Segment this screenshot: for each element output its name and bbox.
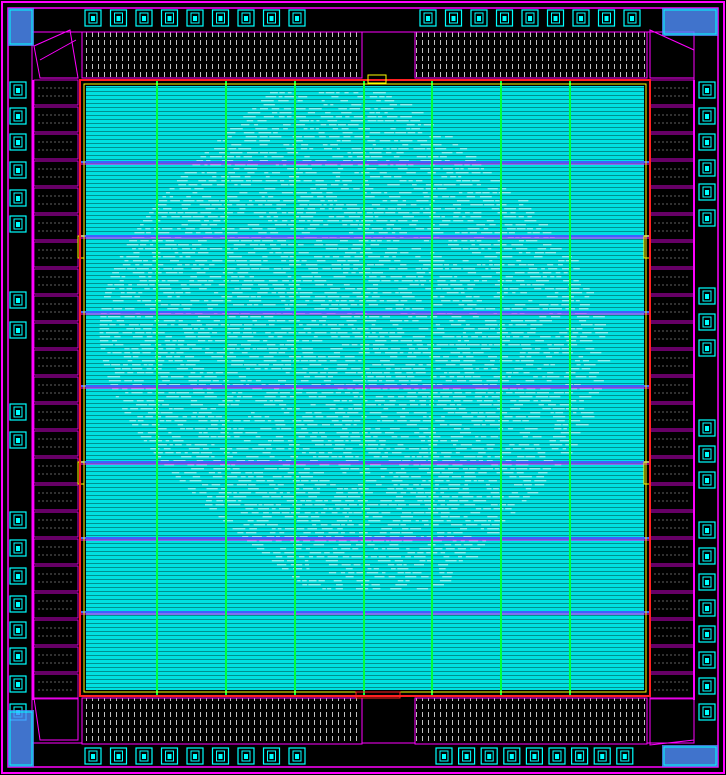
bottom-io-cells-right — [414, 697, 648, 745]
bottom-io-cells-left — [81, 697, 363, 745]
top-io-cells-right — [414, 31, 648, 79]
core-area — [77, 74, 651, 699]
chip-layout-canvas — [1, 1, 725, 774]
top-io-cells-left — [81, 31, 363, 79]
